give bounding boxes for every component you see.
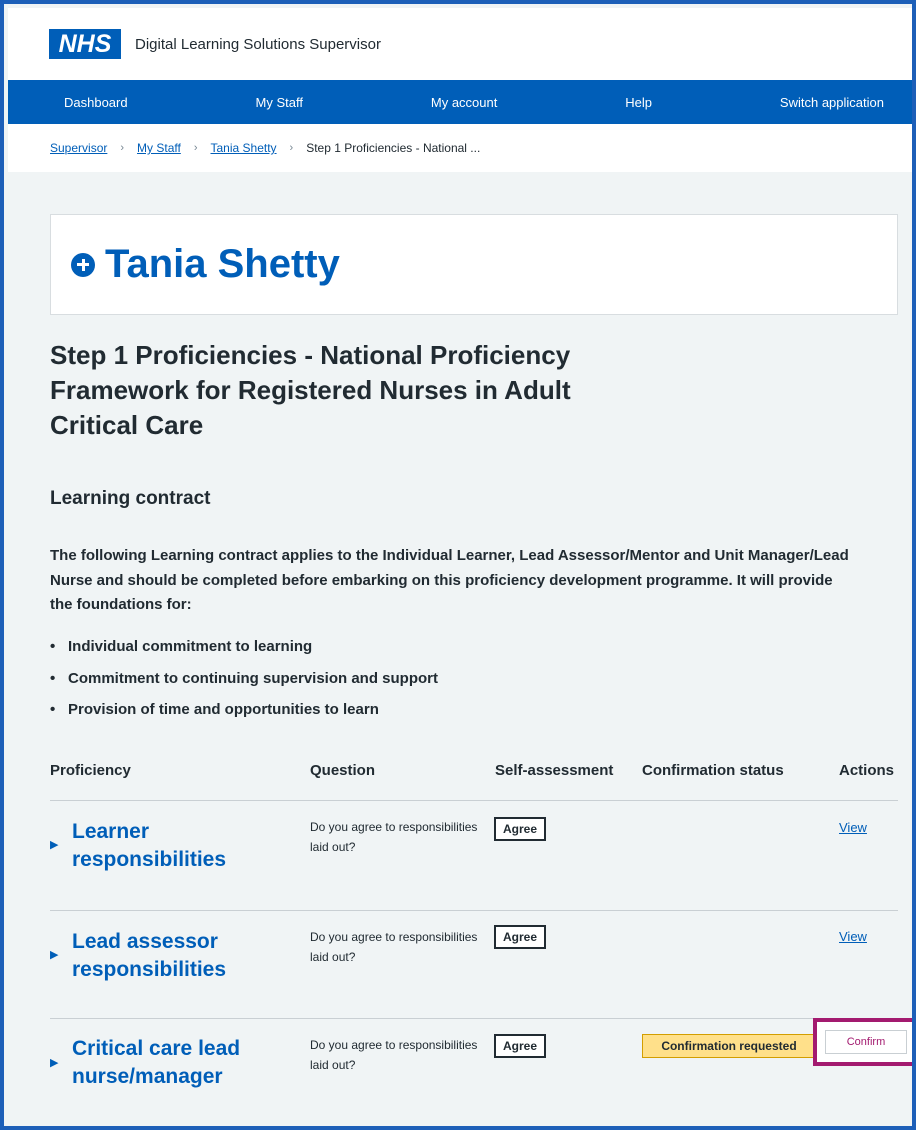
nav-item-help[interactable]: Help xyxy=(625,95,652,110)
confirm-button[interactable]: Confirm xyxy=(825,1030,907,1054)
list-item: • Commitment to continuing supervision an… xyxy=(50,670,438,702)
expand-arrow-icon[interactable]: ▶ xyxy=(50,1056,58,1069)
view-link[interactable]: View xyxy=(839,820,867,835)
intro-text: The following Learning contract applies … xyxy=(50,547,849,613)
question-text: Do you agree to responsibilities laid ou… xyxy=(310,1038,478,1072)
self-assessment-tag: Agree xyxy=(494,925,547,949)
nav-item-my-staff[interactable]: My Staff xyxy=(256,95,303,110)
list-item: • Individual commitment to learning xyxy=(50,638,438,670)
column-header-proficiency: Proficiency xyxy=(50,762,131,779)
foundations-list: • Individual commitment to learning • Comm… xyxy=(50,638,438,733)
column-header-self-assessment: Self-assessment xyxy=(495,762,614,779)
chevron-right-icon: › xyxy=(120,142,125,154)
breadcrumb-link-my-staff[interactable]: My Staff xyxy=(137,141,181,155)
service-name[interactable]: Digital Learning Solutions Supervisor xyxy=(135,36,381,53)
breadcrumb-link-supervisor[interactable]: Supervisor xyxy=(50,141,107,155)
list-item-text: Provision of time and opportunities to l… xyxy=(68,701,379,718)
learner-card[interactable]: Tania Shetty xyxy=(50,214,898,315)
bullet-icon: • xyxy=(50,669,56,687)
confirm-highlight: Confirm xyxy=(813,1018,912,1066)
view-link[interactable]: View xyxy=(839,929,867,944)
nav-item-my-account[interactable]: My account xyxy=(431,95,497,110)
self-assessment-tag: Agree xyxy=(494,817,547,841)
site-header: NHS Digital Learning Solutions Superviso… xyxy=(8,8,912,80)
column-header-question: Question xyxy=(310,762,376,779)
nav-item-switch-application[interactable]: Switch application xyxy=(780,95,884,110)
section-title: Learning contract xyxy=(50,488,211,509)
question-text: Do you agree to responsibilities laid ou… xyxy=(310,930,478,964)
main-nav: Dashboard My Staff My account Help Switc… xyxy=(8,80,912,124)
list-item-text: Commitment to continuing supervision and… xyxy=(68,669,438,687)
list-item: • Provision of time and opportunities to … xyxy=(50,701,438,733)
column-header-actions: Actions xyxy=(839,762,895,779)
list-item-text: Individual commitment to learning xyxy=(68,638,313,655)
table-row: ▶ Lead assessor responsibilities Do you … xyxy=(50,910,898,1018)
app-frame: NHS Digital Learning Solutions Superviso… xyxy=(0,0,916,1130)
question-text: Do you agree to responsibilities laid ou… xyxy=(310,820,478,854)
table-row: ▶ Critical care lead nurse/manager Do yo… xyxy=(50,1018,898,1126)
breadcrumb-link-learner[interactable]: Tania Shetty xyxy=(211,141,277,155)
column-header-confirmation-status: Confirmation status xyxy=(642,762,784,779)
self-assessment-tag: Agree xyxy=(494,1034,547,1058)
expand-arrow-icon[interactable]: ▶ xyxy=(50,838,58,851)
bullet-icon: • xyxy=(50,638,56,655)
learner-name[interactable]: Tania Shetty xyxy=(105,242,340,287)
plus-circle-icon[interactable] xyxy=(71,252,95,277)
chevron-right-icon: › xyxy=(193,142,198,154)
proficiency-name[interactable]: Learner responsibilities xyxy=(72,818,262,874)
status-badge: Confirmation requested xyxy=(642,1034,816,1058)
nav-item-dashboard[interactable]: Dashboard xyxy=(64,95,128,110)
proficiency-name[interactable]: Critical care lead nurse/manager xyxy=(72,1035,262,1091)
page-title: Step 1 Proficiencies - National Proficie… xyxy=(50,340,571,440)
breadcrumb: Supervisor › My Staff › Tania Shetty › S… xyxy=(8,124,912,172)
expand-arrow-icon[interactable]: ▶ xyxy=(50,948,58,961)
bullet-icon: • xyxy=(50,701,56,718)
chevron-right-icon: › xyxy=(289,142,294,154)
breadcrumb-current: Step 1 Proficiencies - National ... xyxy=(306,141,481,155)
table-row: ▶ Learner responsibilities Do you agree … xyxy=(50,800,898,910)
nhs-logo[interactable]: NHS xyxy=(49,29,121,59)
proficiency-name[interactable]: Lead assessor responsibilities xyxy=(72,928,262,984)
